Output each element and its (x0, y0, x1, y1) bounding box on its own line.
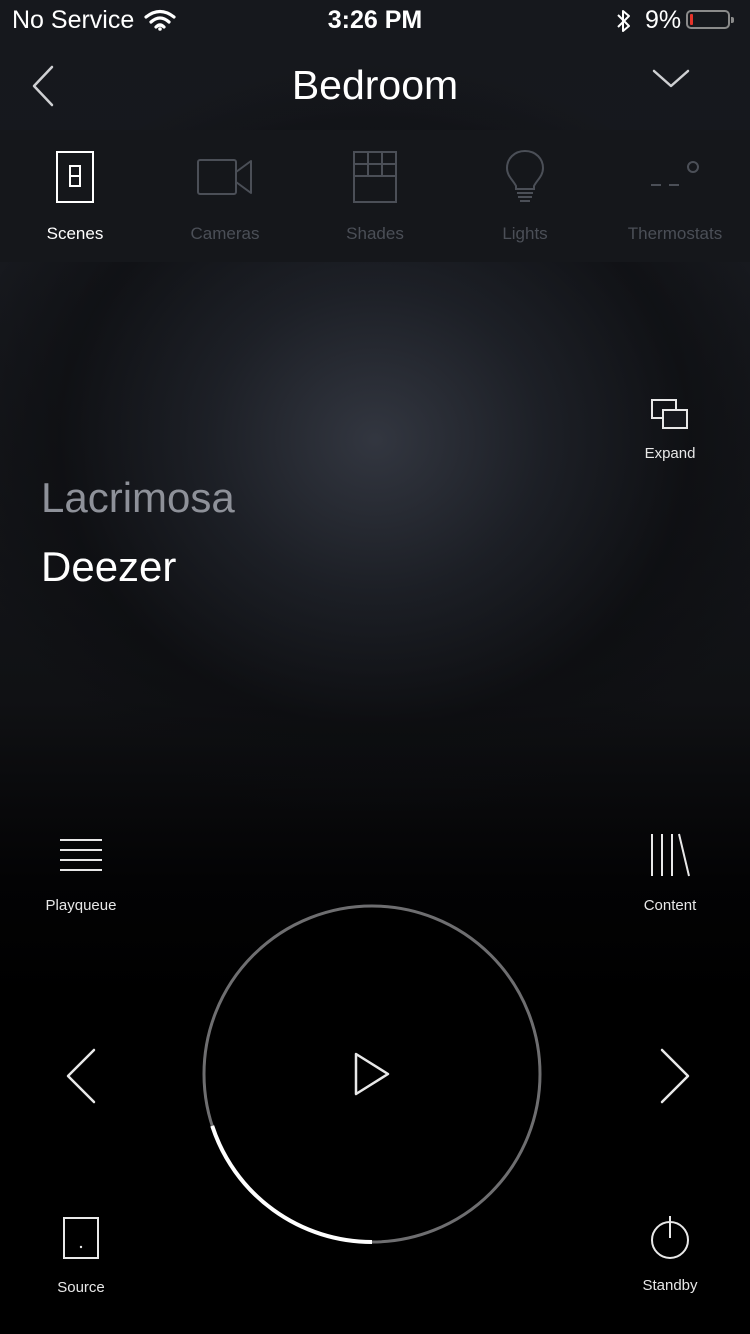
library-icon (651, 833, 690, 877)
tab-label: Scenes (46, 224, 104, 243)
playqueue-button[interactable]: Playqueue (21, 836, 141, 914)
track-title: Lacrimosa (41, 474, 235, 521)
expand-button[interactable]: Expand (620, 396, 720, 462)
battery-percent: 9% (645, 6, 682, 34)
tab-scenes[interactable]: Scenes (0, 130, 150, 262)
camera-icon (197, 159, 252, 195)
power-icon (651, 1216, 689, 1259)
play-dial[interactable] (200, 902, 544, 1246)
tab-label: Cameras (190, 224, 260, 243)
bulb-icon (505, 149, 545, 202)
content-label: Content (643, 897, 697, 914)
clock-text: 3:26 PM (327, 6, 423, 34)
page-title: Bedroom (291, 62, 459, 108)
tab-label: Thermostats (627, 224, 723, 243)
battery-icon (686, 10, 734, 29)
expand-label: Expand (644, 445, 696, 462)
tab-lights[interactable]: Lights (450, 130, 600, 262)
expand-icon (651, 399, 688, 429)
previous-icon[interactable] (62, 1047, 102, 1105)
source-button[interactable]: Source (21, 1216, 141, 1296)
content-button[interactable]: Content (610, 832, 730, 914)
shades-icon (353, 151, 397, 203)
category-tabs: Scenes Cameras Shades Lights Thermostats (0, 130, 750, 262)
tab-label: Lights (502, 224, 548, 243)
nav-bar: Bedroom (0, 40, 750, 130)
tab-label: Shades (346, 224, 404, 243)
chevron-down-icon[interactable] (652, 68, 690, 90)
bluetooth-icon (617, 10, 630, 32)
status-bar: No Service 3:26 PM 9% (0, 0, 750, 40)
battery-level (690, 14, 693, 25)
source-icon (63, 1217, 99, 1259)
playqueue-icon (60, 839, 102, 871)
playqueue-label: Playqueue (45, 897, 117, 914)
switch-icon (56, 151, 94, 203)
thermostat-icon (651, 161, 699, 186)
tab-shades[interactable]: Shades (300, 130, 450, 262)
source-label: Source (57, 1279, 105, 1296)
service-name: Deezer (41, 543, 177, 590)
standby-button[interactable]: Standby (610, 1214, 730, 1294)
next-icon[interactable] (654, 1047, 694, 1105)
tab-cameras[interactable]: Cameras (150, 130, 300, 262)
standby-label: Standby (642, 1277, 698, 1294)
tab-thermostats[interactable]: Thermostats (600, 130, 750, 262)
